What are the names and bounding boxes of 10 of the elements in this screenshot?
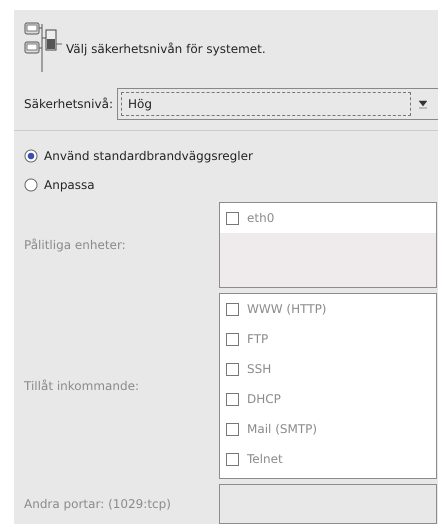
header-title: Välj säkerhetsnivån för systemet.	[66, 42, 266, 56]
security-level-dropdown[interactable]: Hög	[116, 88, 438, 120]
field-label: Andra portar: (1029:tcp)	[24, 497, 171, 512]
radio-button[interactable]	[24, 148, 38, 163]
radio-button[interactable]	[24, 178, 38, 192]
field-label: Tillåt inkommande:	[24, 379, 140, 394]
field-label: Säkerhetsnivå:	[24, 97, 113, 111]
radio-option[interactable]: Använd standardbrandväggsregler	[24, 140, 253, 170]
field-label: Pålitliga enheter:	[24, 238, 126, 252]
radio-option[interactable]: Anpassa	[24, 170, 95, 200]
